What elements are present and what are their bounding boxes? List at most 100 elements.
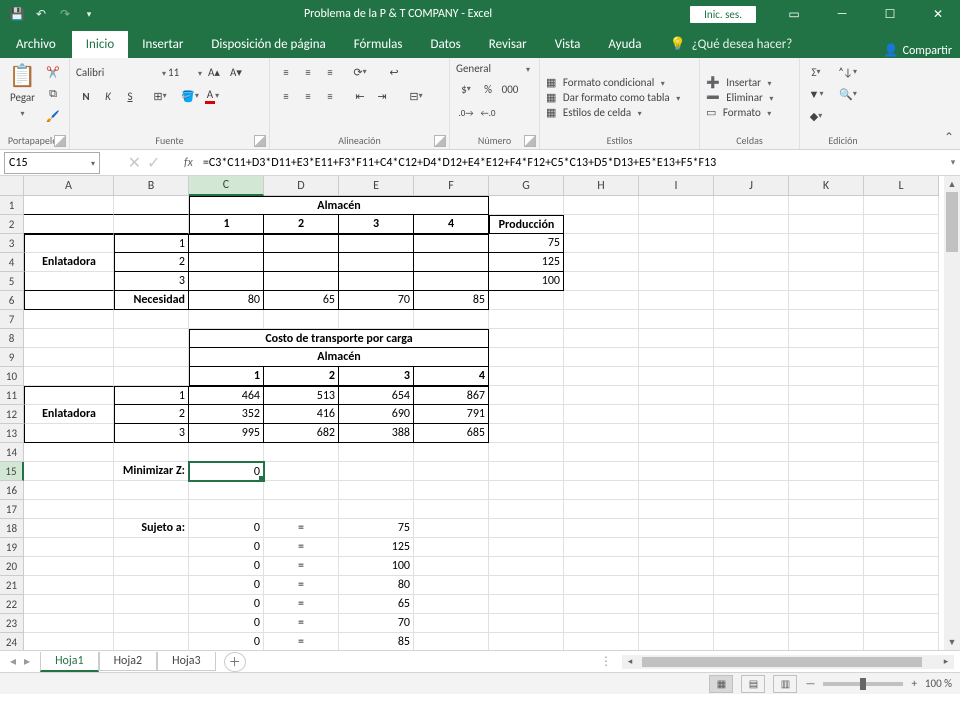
cell[interactable] xyxy=(864,557,939,576)
cell[interactable] xyxy=(24,614,114,633)
tab-ayuda[interactable]: Ayuda xyxy=(594,31,655,58)
cell[interactable] xyxy=(789,329,864,348)
cell[interactable] xyxy=(414,253,489,272)
cell[interactable]: 416 xyxy=(264,405,339,424)
cell[interactable] xyxy=(564,557,639,576)
italic-button[interactable]: K xyxy=(98,86,118,106)
cell[interactable] xyxy=(24,272,114,291)
cell[interactable] xyxy=(639,272,714,291)
cell[interactable] xyxy=(864,386,939,405)
cell[interactable]: 3 xyxy=(114,424,189,443)
cell[interactable]: 654 xyxy=(339,386,414,405)
cell[interactable] xyxy=(789,215,864,234)
cell[interactable]: 65 xyxy=(339,595,414,614)
cell[interactable] xyxy=(714,253,789,272)
cell[interactable] xyxy=(864,405,939,424)
cell[interactable] xyxy=(864,595,939,614)
cell[interactable]: 3 xyxy=(114,272,189,291)
pegar-button[interactable]: 📋 Pegar xyxy=(6,62,39,119)
cell[interactable] xyxy=(714,538,789,557)
cell[interactable] xyxy=(564,348,639,367)
cell[interactable] xyxy=(489,557,564,576)
row-header-20[interactable]: 20 xyxy=(0,557,24,576)
increase-indent-icon[interactable]: ⇥ xyxy=(372,86,392,106)
row-header-1[interactable]: 1 xyxy=(0,196,24,215)
cell[interactable] xyxy=(489,329,564,348)
formula-input[interactable]: =C3*C11+D3*D11+E3*E11+F3*F11+C4*C12+D4*D… xyxy=(199,154,946,172)
cell[interactable] xyxy=(789,443,864,462)
cell[interactable] xyxy=(24,557,114,576)
cell[interactable] xyxy=(639,481,714,500)
tellme[interactable]: 💡 ¿Qué desea hacer? xyxy=(655,31,806,58)
select-all-corner[interactable] xyxy=(0,176,24,196)
scroll-up-icon[interactable]: ▲ xyxy=(944,176,960,192)
cell[interactable] xyxy=(864,424,939,443)
cell[interactable] xyxy=(864,443,939,462)
cell[interactable] xyxy=(789,633,864,650)
name-box[interactable]: C15 xyxy=(4,152,100,174)
cell[interactable]: 867 xyxy=(414,386,489,405)
cell[interactable] xyxy=(564,633,639,650)
align-left-icon[interactable]: ≡ xyxy=(276,86,296,106)
minimize-button[interactable]: — xyxy=(820,0,864,28)
cell[interactable] xyxy=(564,595,639,614)
cell[interactable] xyxy=(789,405,864,424)
cell[interactable] xyxy=(24,234,114,253)
cell[interactable]: 65 xyxy=(264,291,339,310)
cell[interactable]: 690 xyxy=(339,405,414,424)
cell[interactable] xyxy=(789,348,864,367)
cell[interactable] xyxy=(564,500,639,519)
cell[interactable] xyxy=(114,576,189,595)
cell[interactable] xyxy=(639,367,714,386)
row-header-13[interactable]: 13 xyxy=(0,424,24,443)
cell[interactable] xyxy=(114,481,189,500)
minimizar-label[interactable]: Minimizar Z: xyxy=(114,462,189,481)
cell[interactable]: 0 xyxy=(189,576,264,595)
cell[interactable] xyxy=(639,424,714,443)
cell[interactable] xyxy=(639,348,714,367)
clear-icon[interactable]: ◆ xyxy=(806,106,826,126)
cell[interactable] xyxy=(864,367,939,386)
orientation-icon[interactable]: ⟳ xyxy=(350,62,370,82)
cell[interactable]: 682 xyxy=(264,424,339,443)
cell[interactable]: 0 xyxy=(189,614,264,633)
cell[interactable] xyxy=(864,196,939,215)
cell[interactable]: 3 xyxy=(339,215,414,234)
cell[interactable] xyxy=(639,576,714,595)
formato-button[interactable]: ▭ Formato xyxy=(706,106,771,119)
cell[interactable] xyxy=(489,500,564,519)
row-header-2[interactable]: 2 xyxy=(0,215,24,234)
row-header-11[interactable]: 11 xyxy=(0,386,24,405)
cell[interactable] xyxy=(24,329,114,348)
cell[interactable] xyxy=(414,481,489,500)
cell-styles-button[interactable]: ▦ Estilos de celda xyxy=(546,106,642,119)
cell[interactable] xyxy=(24,538,114,557)
cell[interactable] xyxy=(639,443,714,462)
cell[interactable] xyxy=(639,595,714,614)
cell[interactable] xyxy=(24,310,114,329)
cell[interactable]: 1 xyxy=(189,367,264,386)
cell[interactable]: 0 xyxy=(189,519,264,538)
tab-archivo[interactable]: Archivo xyxy=(0,31,72,58)
cell[interactable]: 2 xyxy=(114,405,189,424)
cell[interactable] xyxy=(339,310,414,329)
cell[interactable] xyxy=(414,538,489,557)
cell[interactable] xyxy=(639,329,714,348)
cell[interactable] xyxy=(24,519,114,538)
cell[interactable] xyxy=(789,500,864,519)
cell[interactable] xyxy=(24,424,114,443)
new-sheet-button[interactable]: ＋ xyxy=(224,652,246,672)
compartir-button[interactable]: 👤Compartir xyxy=(884,43,952,58)
cell[interactable] xyxy=(639,253,714,272)
enter-formula-icon[interactable]: ✓ xyxy=(147,153,160,173)
cell[interactable] xyxy=(414,443,489,462)
percent-icon[interactable]: % xyxy=(478,79,498,99)
tab-datos[interactable]: Datos xyxy=(416,31,474,58)
cell[interactable] xyxy=(564,196,639,215)
cell[interactable] xyxy=(564,215,639,234)
cell[interactable] xyxy=(264,310,339,329)
cell[interactable] xyxy=(24,291,114,310)
cell[interactable] xyxy=(714,614,789,633)
cell[interactable] xyxy=(639,538,714,557)
cell[interactable] xyxy=(714,576,789,595)
